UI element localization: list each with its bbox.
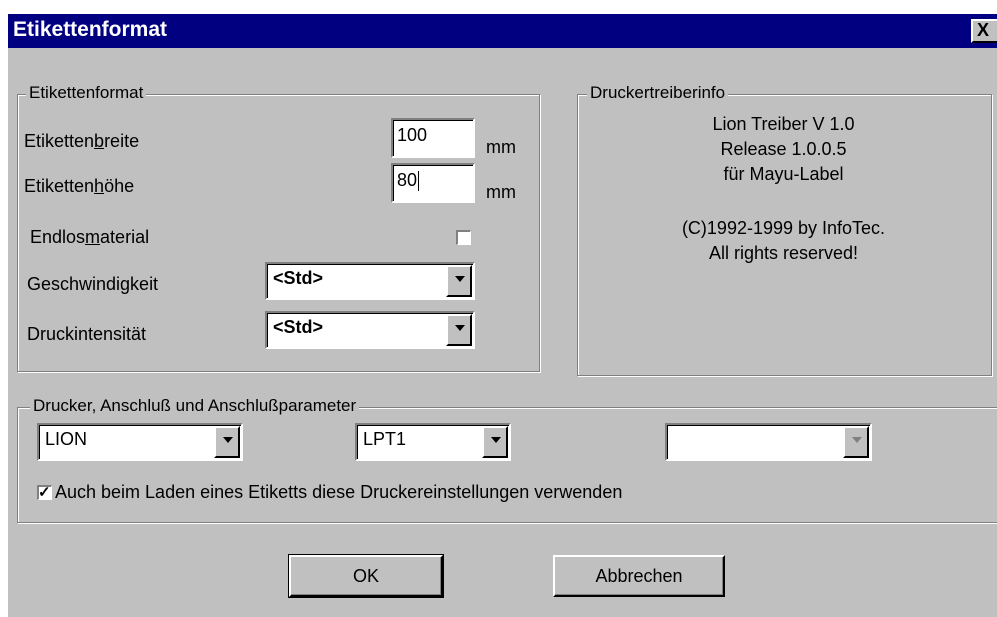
port-parameter-select[interactable] — [665, 423, 872, 461]
label-width-unit: mm — [486, 137, 516, 157]
endless-material-label: Endlosmaterial — [30, 227, 150, 247]
chevron-down-icon[interactable] — [482, 426, 508, 458]
speed-value: <Std> — [273, 268, 324, 288]
label-height-label: Etikettenhöhe — [24, 176, 135, 196]
intensity-value: <Std> — [273, 317, 324, 337]
driver-info-line-2: Release 1.0.0.5 — [720, 139, 847, 159]
printer-select[interactable]: LION — [37, 423, 243, 461]
driver-info-line-4: (C)1992-1999 by InfoTec. — [681, 218, 886, 238]
chevron-down-icon[interactable] — [446, 265, 472, 297]
close-button[interactable]: X — [971, 19, 997, 43]
text-cursor — [418, 171, 420, 192]
port-value: LPT1 — [363, 429, 407, 449]
driver-info-legend: Druckertreiberinfo — [587, 83, 729, 103]
driver-info-line-3: für Mayu-Label — [723, 164, 844, 184]
chevron-down-icon[interactable] — [214, 426, 240, 458]
speed-select[interactable]: <Std> — [265, 262, 475, 300]
use-on-load-checkbox[interactable] — [37, 483, 52, 501]
printer-group-legend: Drucker, Anschluß und Anschlußparameter — [30, 396, 360, 416]
close-icon: X — [977, 20, 990, 40]
chevron-down-icon[interactable] — [446, 314, 472, 346]
ok-button[interactable]: OK — [288, 554, 444, 598]
intensity-select[interactable]: <Std> — [265, 311, 475, 349]
driver-info-line-1: Lion Treiber V 1.0 — [712, 114, 855, 134]
endless-material-checkbox[interactable] — [456, 230, 471, 245]
dialog-title: Etikettenformat — [13, 18, 168, 41]
chevron-down-icon[interactable] — [843, 426, 869, 458]
speed-label: Geschwindigkeit — [27, 274, 159, 294]
intensity-label: Druckintensität — [27, 324, 147, 344]
cancel-button[interactable]: Abbrechen — [553, 555, 725, 597]
title-bar[interactable]: Etikettenformat X — [8, 14, 997, 48]
label-format-dialog: Etikettenformat X Etikettenformat Etiket… — [8, 14, 997, 617]
label-height-unit: mm — [486, 182, 516, 202]
use-on-load-label[interactable]: Auch beim Laden eines Etiketts diese Dru… — [55, 482, 622, 503]
label-width-input[interactable]: 100 — [391, 118, 475, 158]
printer-value: LION — [45, 429, 88, 449]
label-height-input[interactable]: 80 — [391, 163, 475, 203]
port-select[interactable]: LPT1 — [355, 423, 511, 461]
label-width-label: Etikettenbreite — [24, 131, 140, 151]
label-format-legend: Etikettenformat — [26, 83, 147, 103]
driver-info-line-5: All rights reserved! — [708, 243, 859, 263]
